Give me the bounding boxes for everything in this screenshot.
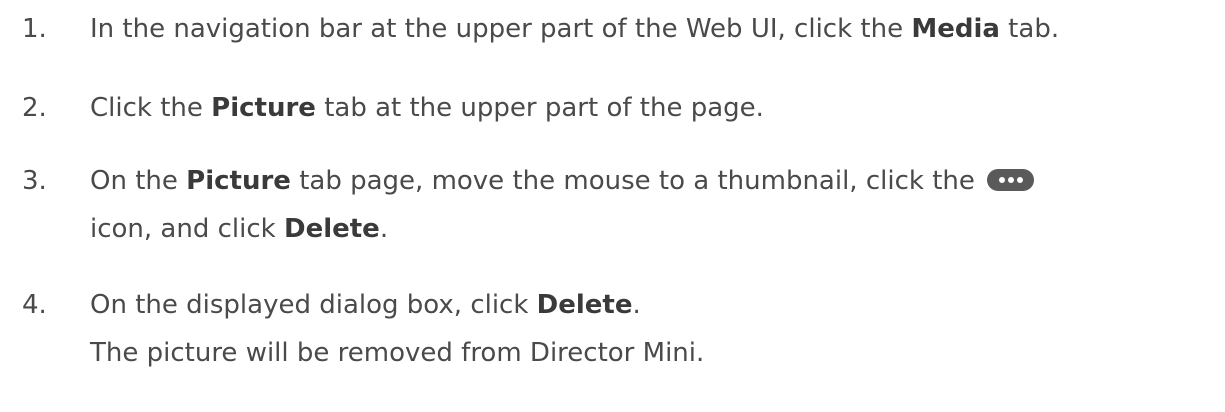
step-text-post: tab.	[999, 14, 1060, 44]
step-text: On the Picture tab page, move the mouse …	[90, 166, 1035, 196]
step-text: Click the Picture tab at the upper part …	[90, 93, 764, 123]
step-text-mid: tab page, move the mouse to a thumbnail,…	[290, 166, 984, 196]
ui-term-picture: Picture	[186, 166, 291, 196]
ui-term-delete: Delete	[536, 290, 633, 320]
step-number: 3.	[22, 166, 47, 196]
ui-term-media: Media	[911, 14, 1000, 44]
step-text: On the displayed dialog box, click Delet…	[90, 290, 641, 320]
step-result: The picture will be removed from Directo…	[90, 338, 705, 368]
step-number: 4.	[22, 290, 47, 320]
step-text-pre: icon, and click	[90, 214, 284, 244]
step-text-pre: Click the	[90, 93, 212, 123]
ui-term-delete: Delete	[283, 214, 380, 244]
step-text-pre: In the navigation bar at the upper part …	[90, 14, 912, 44]
step-text-post: .	[632, 290, 641, 320]
step-number: 2.	[22, 93, 47, 123]
ui-term-picture: Picture	[211, 93, 316, 123]
step-text-pre: On the displayed dialog box, click	[90, 290, 537, 320]
step-text-post: tab at the upper part of the page.	[315, 93, 764, 123]
more-icon	[987, 168, 1035, 191]
step-text-pre: On the	[90, 166, 187, 196]
step-text: In the navigation bar at the upper part …	[90, 14, 1059, 44]
step-text-continued: icon, and click Delete.	[90, 214, 388, 244]
step-text-post: .	[379, 214, 389, 244]
step-number: 1.	[22, 14, 47, 44]
